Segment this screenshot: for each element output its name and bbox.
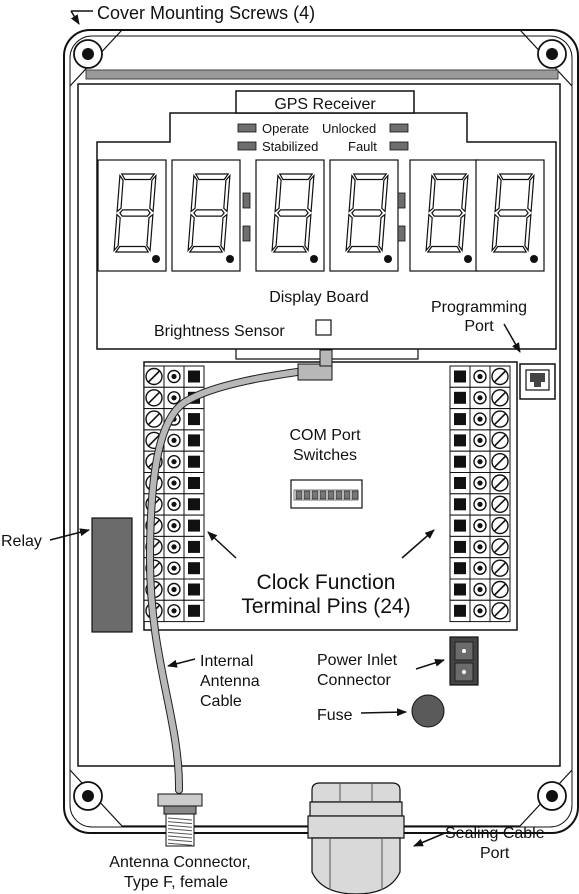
digit-segment: [497, 209, 529, 217]
decimal-point: [464, 255, 472, 263]
seven-segment-digit: [97, 159, 167, 272]
com-port-label-line2: Switches: [293, 447, 357, 464]
brightness-sensor: [315, 319, 332, 336]
programming-port-label-line1: Programming: [431, 299, 527, 316]
decimal-point: [530, 255, 538, 263]
stabilized-label: Stabilized: [262, 139, 318, 154]
screw-bottom-left-icon: [73, 781, 103, 811]
dip-switch: [303, 490, 311, 500]
fault-label: Fault: [348, 139, 377, 154]
digit-segment: [431, 209, 463, 217]
stabilized-led: [237, 141, 257, 151]
seven-segment-digit: [255, 159, 325, 272]
gps-clock-enclosure-diagram: Cover Mounting Screws (4) GPS Receiver O…: [1, 3, 579, 894]
internal-antenna-label-line3: Cable: [200, 693, 242, 710]
digit-segment: [352, 173, 388, 181]
brightness-sensor-label: Brightness Sensor: [154, 323, 285, 340]
digit-segment: [114, 245, 150, 253]
digit-segment: [188, 245, 224, 253]
sealing-cable-label-line1: Sealing Cable: [445, 825, 545, 842]
digit-segment: [492, 245, 528, 253]
internal-antenna-label-line2: Antenna: [200, 673, 260, 690]
terminal-pin: [449, 535, 511, 559]
digit-segment: [432, 173, 468, 181]
decimal-point: [152, 255, 160, 263]
digit-segment: [346, 245, 382, 253]
dip-switch: [311, 490, 319, 500]
dip-switch: [295, 490, 303, 500]
relay-body: [91, 517, 133, 633]
terminal-pin: [143, 365, 205, 388]
power-inlet-label-line1: Power Inlet: [317, 652, 398, 669]
digit-segment: [426, 245, 462, 253]
operate-label: Operate: [262, 121, 309, 136]
programming-port-label-line2: Port: [464, 318, 494, 335]
terminal-block-right: [449, 365, 511, 623]
seven-segment-digits: [97, 159, 545, 272]
internal-antenna-label-line1: Internal: [200, 653, 253, 670]
terminal-pin: [449, 557, 511, 580]
digit-segment: [194, 173, 230, 181]
decimal-point: [226, 255, 234, 263]
terminal-pin: [449, 493, 511, 516]
dip-switch: [343, 490, 351, 500]
terminal-pin: [449, 386, 511, 410]
fuse-cap-icon: [411, 694, 445, 728]
display-board-label: Display Board: [269, 289, 369, 306]
decimal-point: [310, 255, 318, 263]
terminal-pin: [449, 514, 511, 537]
terminal-pin: [449, 599, 511, 623]
dip-switch: [351, 490, 359, 500]
screw-bottom-right-icon: [537, 781, 567, 811]
gps-receiver-label: GPS Receiver: [274, 96, 376, 113]
digit-segment: [193, 209, 225, 217]
decimal-point: [384, 255, 392, 263]
terminal-pin: [449, 472, 511, 495]
cover-screws-label: Cover Mounting Screws (4): [97, 3, 315, 23]
fuse-label: Fuse: [317, 707, 353, 724]
unlocked-label: Unlocked: [322, 121, 376, 136]
digit-segment: [119, 209, 151, 217]
terminal-pin: [449, 450, 511, 474]
digit-segment: [351, 209, 383, 217]
antenna-connector-label-line2: Type F, female: [124, 874, 228, 891]
screw-top-right-icon: [537, 39, 567, 69]
terminal-pin: [449, 578, 511, 601]
cover-screws-callout: Cover Mounting Screws (4): [70, 3, 315, 25]
power-inlet-label-line2: Connector: [317, 672, 391, 689]
antenna-connector-label-line1: Antenna Connector,: [109, 854, 250, 871]
relay-label: Relay: [1, 533, 42, 550]
unlocked-led: [389, 123, 409, 133]
terminal-pin: [449, 365, 511, 388]
seven-segment-digit: [409, 159, 479, 272]
digit-segment: [120, 173, 156, 181]
clock-function-label-line2: Terminal Pins (24): [241, 595, 410, 618]
clock-function-label-line1: Clock Function: [257, 571, 396, 594]
terminal-pin: [449, 429, 511, 452]
digit-segment: [272, 245, 308, 253]
terminal-pin: [143, 429, 205, 452]
screw-top-left-icon: [73, 39, 103, 69]
operate-led: [237, 123, 257, 133]
sealing-cable-label-line2: Port: [480, 845, 510, 862]
seven-segment-digit: [171, 159, 241, 272]
terminal-pin: [449, 408, 511, 431]
digit-segment: [278, 173, 314, 181]
digit-segment: [498, 173, 534, 181]
digit-segment: [277, 209, 309, 217]
dip-switch: [327, 490, 335, 500]
dip-switch: [335, 490, 343, 500]
seven-segment-digit: [329, 159, 399, 272]
dip-switch: [319, 490, 327, 500]
com-port-label-line1: COM Port: [289, 427, 361, 444]
fault-led: [389, 141, 409, 151]
seven-segment-digit: [475, 159, 545, 272]
